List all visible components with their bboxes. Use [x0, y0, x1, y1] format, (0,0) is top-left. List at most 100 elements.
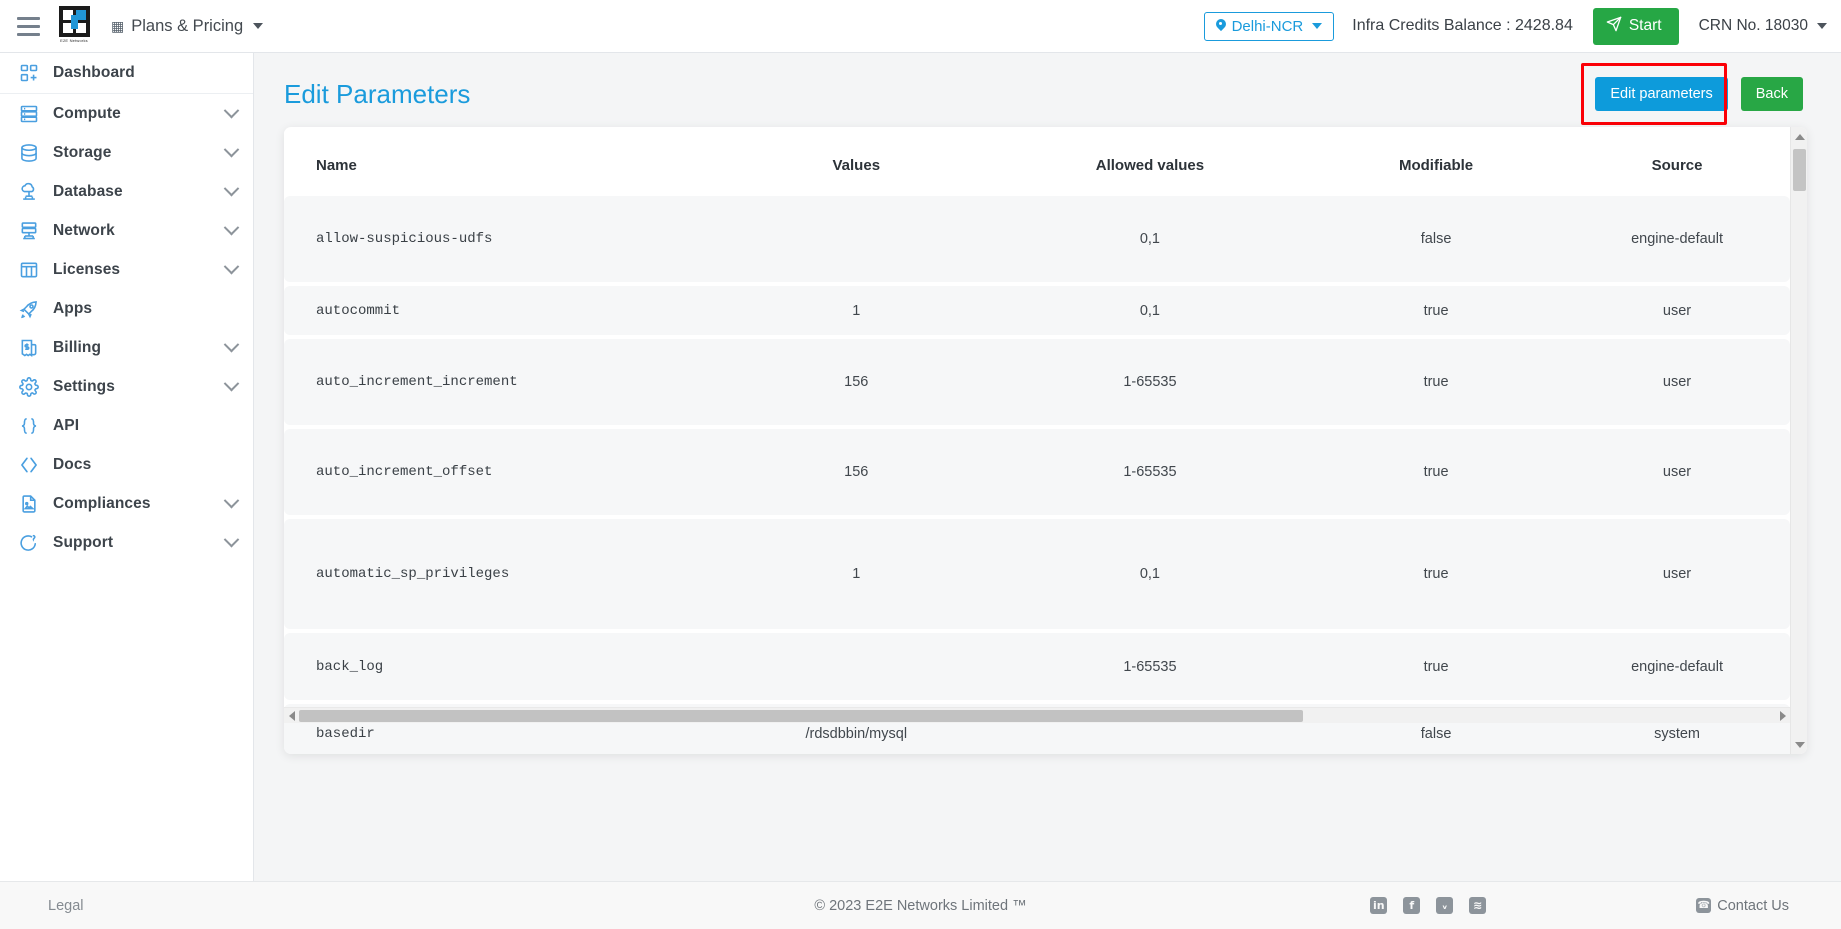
app-shell: Dashboard Compute Storage Database Netwo… [0, 53, 1841, 881]
table-body: allow-suspicious-udfs 0,1 false engine-d… [284, 196, 1790, 754]
database-disk-icon [18, 142, 40, 164]
chevron-down-icon [1312, 23, 1323, 29]
column-header-modifiable[interactable]: Modifiable [1308, 131, 1565, 192]
scroll-up-arrow-icon[interactable] [1791, 129, 1807, 144]
chevron-down-icon [223, 258, 240, 275]
chevron-down-icon [223, 375, 240, 392]
cell-modifiable: true [1308, 429, 1565, 515]
sidebar-item-docs[interactable]: Docs [0, 445, 253, 484]
scroll-right-arrow-icon[interactable] [1775, 708, 1790, 724]
region-selector[interactable]: Delhi-NCR [1203, 11, 1335, 41]
main-content: Edit Parameters Edit parameters Back Nam… [254, 53, 1841, 881]
network-icon [18, 220, 40, 242]
sidebar-item-label: Network [53, 221, 115, 239]
sidebar-item-label: Dashboard [53, 64, 135, 81]
column-header-source[interactable]: Source [1564, 131, 1790, 192]
cell-source: engine-default [1564, 633, 1790, 700]
cell-allowed-values: 1-65535 [991, 633, 1309, 700]
cell-allowed-values: 0,1 [991, 519, 1309, 629]
region-label: Delhi-NCR [1231, 17, 1304, 35]
gear-icon [18, 376, 40, 398]
sidebar-item-label: Database [53, 182, 123, 200]
sidebar-item-database[interactable]: Database [0, 172, 253, 211]
column-header-allowed-values[interactable]: Allowed values [991, 131, 1309, 192]
table-header-row: Name Values Allowed values Modifiable So… [284, 131, 1790, 192]
cell-name: automatic_sp_privileges [284, 519, 721, 629]
sidebar-item-label: Compliances [53, 494, 151, 512]
cell-value [720, 196, 992, 282]
start-button-label: Start [1628, 17, 1662, 34]
sidebar-item-billing[interactable]: Billing [0, 328, 253, 367]
table-row[interactable]: automatic_sp_privileges 1 0,1 true user [284, 519, 1790, 629]
crn-label: CRN No. 18030 [1698, 17, 1808, 34]
chevron-down-icon [223, 180, 240, 197]
sidebar-item-label: Docs [53, 455, 92, 473]
back-button[interactable]: Back [1740, 77, 1803, 111]
code-icon [18, 454, 40, 476]
sidebar-item-compute[interactable]: Compute [0, 94, 253, 133]
copyright-text: © 2023 E2E Networks Limited ™ [814, 897, 1027, 914]
cell-modifiable: false [1308, 196, 1565, 282]
braces-icon [18, 415, 40, 437]
cell-modifiable: true [1308, 286, 1565, 335]
cell-source: user [1564, 286, 1790, 335]
sidebar-item-dashboard[interactable]: Dashboard [0, 53, 253, 94]
contact-us-link[interactable]: ☎ Contact Us [1696, 898, 1789, 914]
cell-source: user [1564, 519, 1790, 629]
twitter-icon[interactable]: ᵥ [1436, 897, 1454, 914]
horizontal-scroll-track[interactable] [299, 708, 1775, 724]
horizontal-scrollbar[interactable] [284, 707, 1790, 723]
sidebar-item-label: Storage [53, 143, 112, 161]
table-row[interactable]: autocommit 1 0,1 true user [284, 286, 1790, 335]
table-row[interactable]: allow-suspicious-udfs 0,1 false engine-d… [284, 196, 1790, 282]
sidebar: Dashboard Compute Storage Database Netwo… [0, 53, 254, 881]
sidebar-item-settings[interactable]: Settings [0, 367, 253, 406]
sidebar-item-apps[interactable]: Apps [0, 289, 253, 328]
server-icon [18, 103, 40, 125]
hamburger-icon[interactable] [0, 0, 57, 53]
parameters-table-wrapper: Name Values Allowed values Modifiable So… [284, 127, 1790, 754]
chevron-down-icon [223, 492, 240, 509]
plans-and-pricing-menu[interactable]: ▦ Plans & Pricing [105, 13, 269, 40]
column-header-name[interactable]: Name [284, 131, 721, 192]
column-header-values[interactable]: Values [720, 131, 992, 192]
vertical-scroll-thumb[interactable] [1793, 149, 1806, 191]
brand-logo[interactable]: E2E Networks [57, 6, 91, 46]
chevron-down-icon [223, 336, 240, 353]
table-row[interactable]: back_log 1-65535 true engine-default [284, 633, 1790, 700]
rss-icon[interactable]: ≋ [1469, 897, 1487, 914]
sidebar-item-storage[interactable]: Storage [0, 133, 253, 172]
cell-value: 1 [720, 519, 992, 629]
linkedin-icon[interactable]: in [1370, 897, 1388, 914]
dashboard-icon [18, 62, 40, 84]
cell-name: auto_increment_offset [284, 429, 721, 515]
sidebar-item-label: Settings [53, 377, 115, 395]
sidebar-item-support[interactable]: Support [0, 523, 253, 562]
logo-wordmark: E2E Networks [60, 38, 88, 43]
horizontal-scroll-thumb[interactable] [299, 709, 1303, 722]
facebook-icon[interactable]: f [1403, 897, 1421, 914]
cell-source: user [1564, 429, 1790, 515]
vertical-scrollbar[interactable] [1790, 127, 1807, 754]
chevron-down-icon [223, 219, 240, 236]
crn-menu[interactable]: CRN No. 18030 [1699, 17, 1827, 35]
sidebar-item-network[interactable]: Network [0, 211, 253, 250]
start-button[interactable]: Start [1592, 7, 1679, 45]
location-pin-icon [1216, 19, 1226, 33]
logo-mark-icon [58, 6, 90, 37]
cloud-database-icon [18, 181, 40, 203]
social-links: in f ᵥ ≋ [1370, 897, 1487, 914]
scroll-left-arrow-icon[interactable] [284, 708, 299, 724]
scroll-down-arrow-icon[interactable] [1791, 737, 1807, 752]
edit-parameters-button[interactable]: Edit parameters [1595, 77, 1728, 111]
sidebar-item-compliances[interactable]: Compliances [0, 484, 253, 523]
cell-value: 1 [720, 286, 992, 335]
parameters-table: Name Values Allowed values Modifiable So… [284, 127, 1790, 754]
table-row[interactable]: auto_increment_offset 156 1-65535 true u… [284, 429, 1790, 515]
sidebar-item-licenses[interactable]: Licenses [0, 250, 253, 289]
invoice-icon [18, 337, 40, 359]
paper-plane-icon [1606, 16, 1622, 37]
cell-name: auto_increment_increment [284, 339, 721, 425]
sidebar-item-api[interactable]: API [0, 406, 253, 445]
table-row[interactable]: auto_increment_increment 156 1-65535 tru… [284, 339, 1790, 425]
